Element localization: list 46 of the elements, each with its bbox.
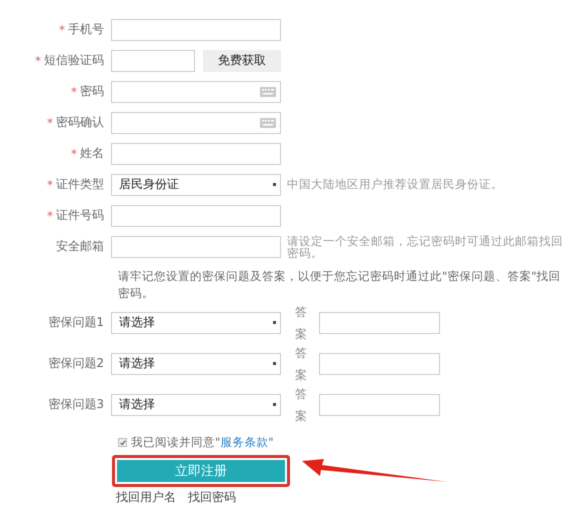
field-label: 安全邮箱 — [56, 238, 104, 255]
input-field[interactable] — [319, 312, 440, 334]
answer-label: 答案 — [295, 386, 308, 424]
dropdown[interactable]: 请选择 — [111, 312, 281, 334]
input-field[interactable] — [111, 18, 281, 40]
field-label: 短信验证码 — [44, 52, 104, 69]
dropdown[interactable]: 请选择 — [111, 394, 281, 416]
input-field[interactable] — [111, 236, 281, 258]
agreement-text: 我已阅读并同意"服务条款" — [131, 435, 274, 450]
link[interactable]: 找回用户名 — [116, 489, 176, 505]
input-field[interactable] — [319, 352, 440, 374]
notice-text: 请牢记您设置的密保问题及答案，以便于您忘记密码时通过此"密保问题、答案"找回密码。 — [118, 268, 562, 302]
password-field[interactable] — [111, 112, 281, 134]
required-mark: * — [47, 208, 53, 222]
required-mark: * — [35, 54, 41, 68]
field-label: 密保问题3 — [47, 396, 105, 413]
keyboard-icon[interactable] — [260, 118, 276, 128]
input-field[interactable] — [319, 394, 440, 416]
answer-label: 答案 — [295, 304, 308, 342]
field-label: 密保问题2 — [47, 355, 105, 372]
field-label: 姓名 — [80, 145, 104, 162]
checkbox[interactable] — [118, 438, 127, 447]
required-mark: * — [47, 116, 53, 130]
field-label: 密码确认 — [56, 114, 104, 131]
password-field[interactable] — [111, 80, 281, 102]
field-label: 密保问题1 — [47, 314, 105, 331]
answer-label: 答案 — [295, 344, 308, 384]
get-code-button[interactable]: 免费获取 — [203, 50, 281, 72]
dropdown[interactable]: 请选择 — [111, 352, 281, 374]
field-label: 手机号 — [68, 21, 104, 38]
keyboard-icon[interactable] — [260, 86, 276, 96]
field-label: 密码 — [80, 83, 104, 100]
dropdown[interactable]: 居民身份证 — [111, 174, 281, 196]
hint-text: 请设定一个安全邮箱，忘记密码时可通过此邮箱找回密码。 — [287, 234, 564, 258]
input-field[interactable] — [111, 142, 281, 164]
input-field[interactable] — [111, 204, 281, 226]
field-label: 证件类型 — [56, 176, 104, 193]
required-mark: * — [47, 178, 53, 192]
required-mark: * — [71, 146, 77, 160]
terms-link[interactable]: 服务条款 — [220, 435, 268, 449]
required-mark: * — [71, 84, 77, 98]
input-field[interactable] — [111, 50, 195, 72]
required-mark: * — [59, 22, 65, 36]
hint-text: 中国大陆地区用户推荐设置居民身份证。 — [287, 177, 503, 192]
field-label: 证件号码 — [56, 207, 104, 224]
link[interactable]: 找回密码 — [188, 489, 236, 505]
